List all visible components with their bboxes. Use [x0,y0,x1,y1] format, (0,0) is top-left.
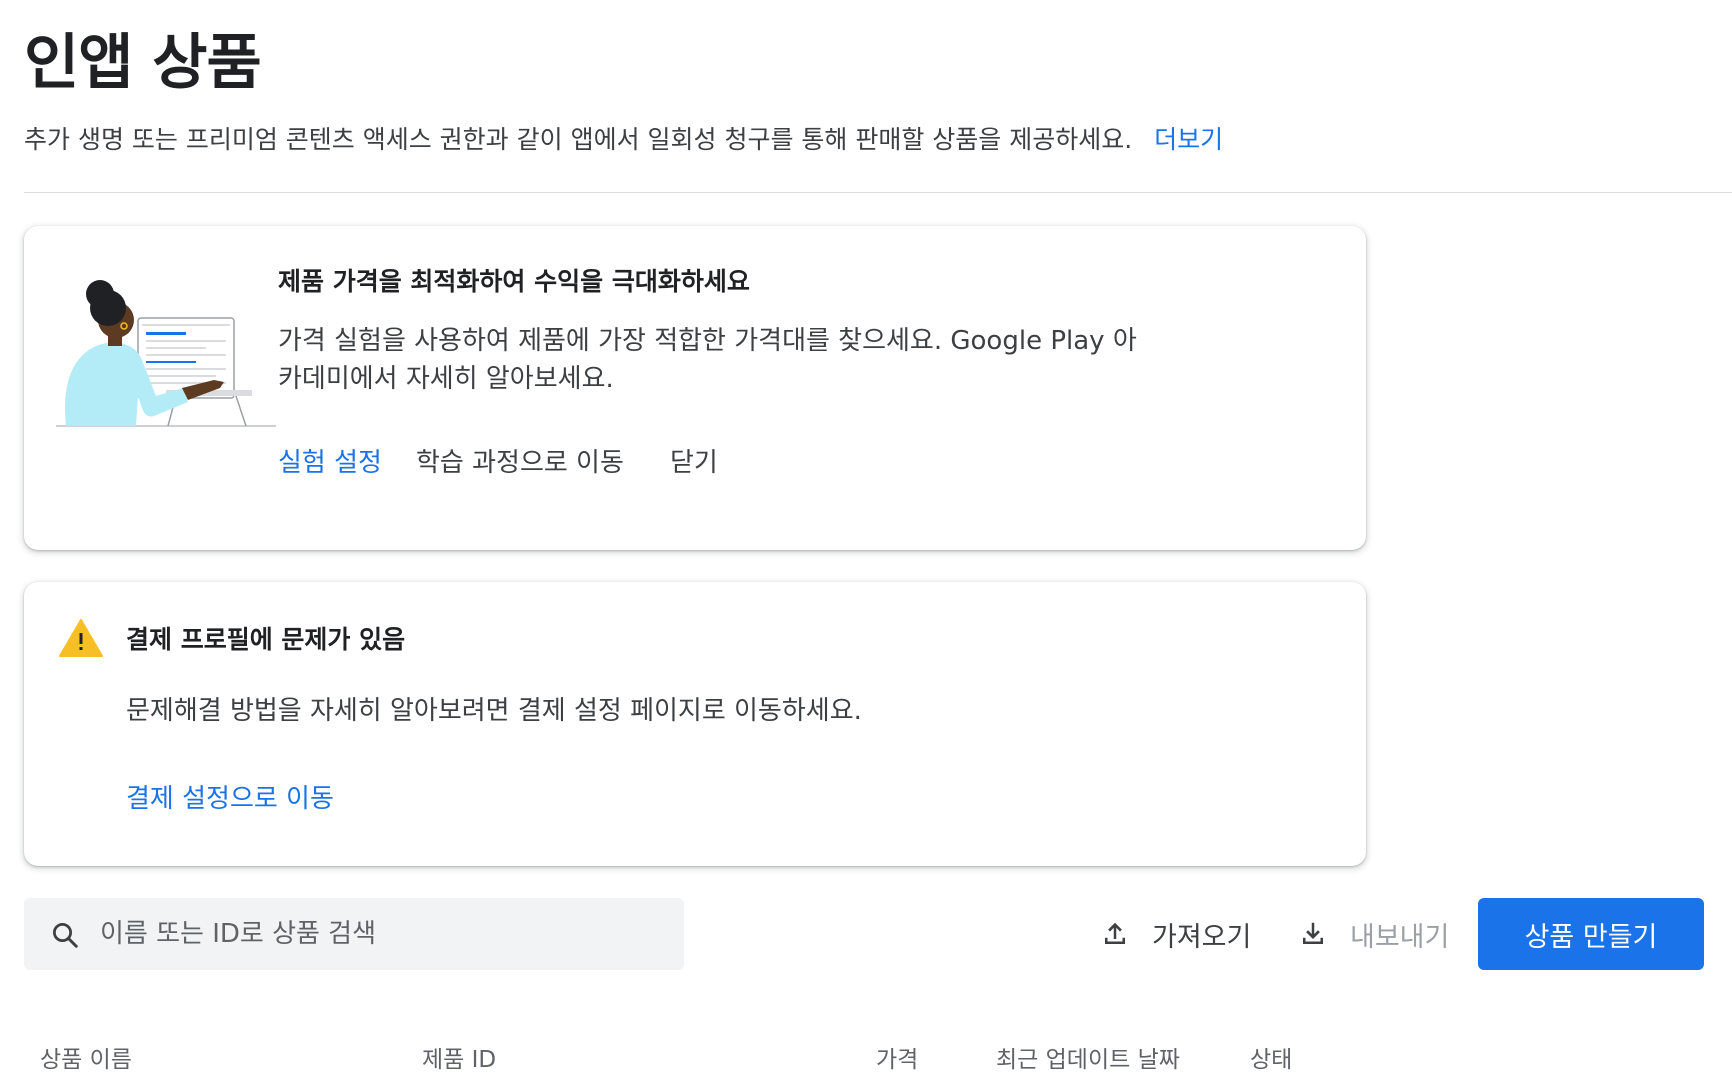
search-icon [53,923,78,948]
export-button[interactable]: 내보내기 [1298,898,1449,970]
download-icon [1303,922,1323,944]
page-title: 인앱 상품 [24,28,262,98]
payment-profile-warning-card: 결제 프로필에 문제가 있음 문제해결 방법을 자세히 알아보려면 결제 설정 … [24,582,1366,866]
column-header-product-name[interactable]: 상품 이름 [40,1040,132,1074]
import-button[interactable]: 가져오기 [1100,898,1251,970]
pricing-experiment-card: 제품 가격을 최적화하여 수익을 극대화하세요 가격 실험을 사용하여 제품에 … [24,226,1366,550]
setup-experiment-button[interactable]: 실험 설정 [278,442,382,479]
close-card-button[interactable]: 닫기 [670,442,718,479]
column-header-product-id[interactable]: 제품 ID [422,1040,496,1074]
page-description-text: 추가 생명 또는 프리미엄 콘텐츠 액세스 권한과 같이 앱에서 일회성 청구를… [24,125,1133,154]
column-header-price[interactable]: 가격 [876,1040,918,1074]
pricing-card-body: 가격 실험을 사용하여 제품에 가장 적합한 가격대를 찾으세요. Google… [278,326,1137,394]
pricing-card-title: 제품 가격을 최적화하여 수익을 극대화하세요 [278,267,750,296]
product-search-box[interactable] [24,898,684,970]
payment-card-body: 문제해결 방법을 자세히 알아보려면 결제 설정 페이지로 이동하세요. [126,696,862,726]
go-to-course-button[interactable]: 학습 과정으로 이동 [416,442,624,479]
products-table-header: 상품 이름 제품 ID 가격 최근 업데이트 날짜 상태 [0,1038,1732,1082]
in-app-products-page: 인앱 상품 추가 생명 또는 프리미엄 콘텐츠 액세스 권한과 같이 앱에서 일… [0,0,1732,1082]
header-divider [24,192,1732,193]
column-header-last-updated[interactable]: 최근 업데이트 날짜 [996,1040,1180,1074]
search-input[interactable] [100,898,670,970]
person-at-computer-illustration [56,280,276,427]
payment-card-title: 결제 프로필에 문제가 있음 [126,625,406,654]
export-label: 내보내기 [1350,921,1450,953]
import-label: 가져오기 [1152,921,1252,953]
create-product-button[interactable]: 상품 만들기 [1478,898,1704,970]
upload-icon [1105,922,1125,944]
learn-more-link[interactable]: 더보기 [1154,125,1223,154]
page-description: 추가 생명 또는 프리미엄 콘텐츠 액세스 권한과 같이 앱에서 일회성 청구를… [24,120,1223,156]
column-header-status[interactable]: 상태 [1250,1040,1292,1074]
warning-icon [59,619,103,657]
go-to-payment-settings-link[interactable]: 결제 설정으로 이동 [126,778,334,815]
